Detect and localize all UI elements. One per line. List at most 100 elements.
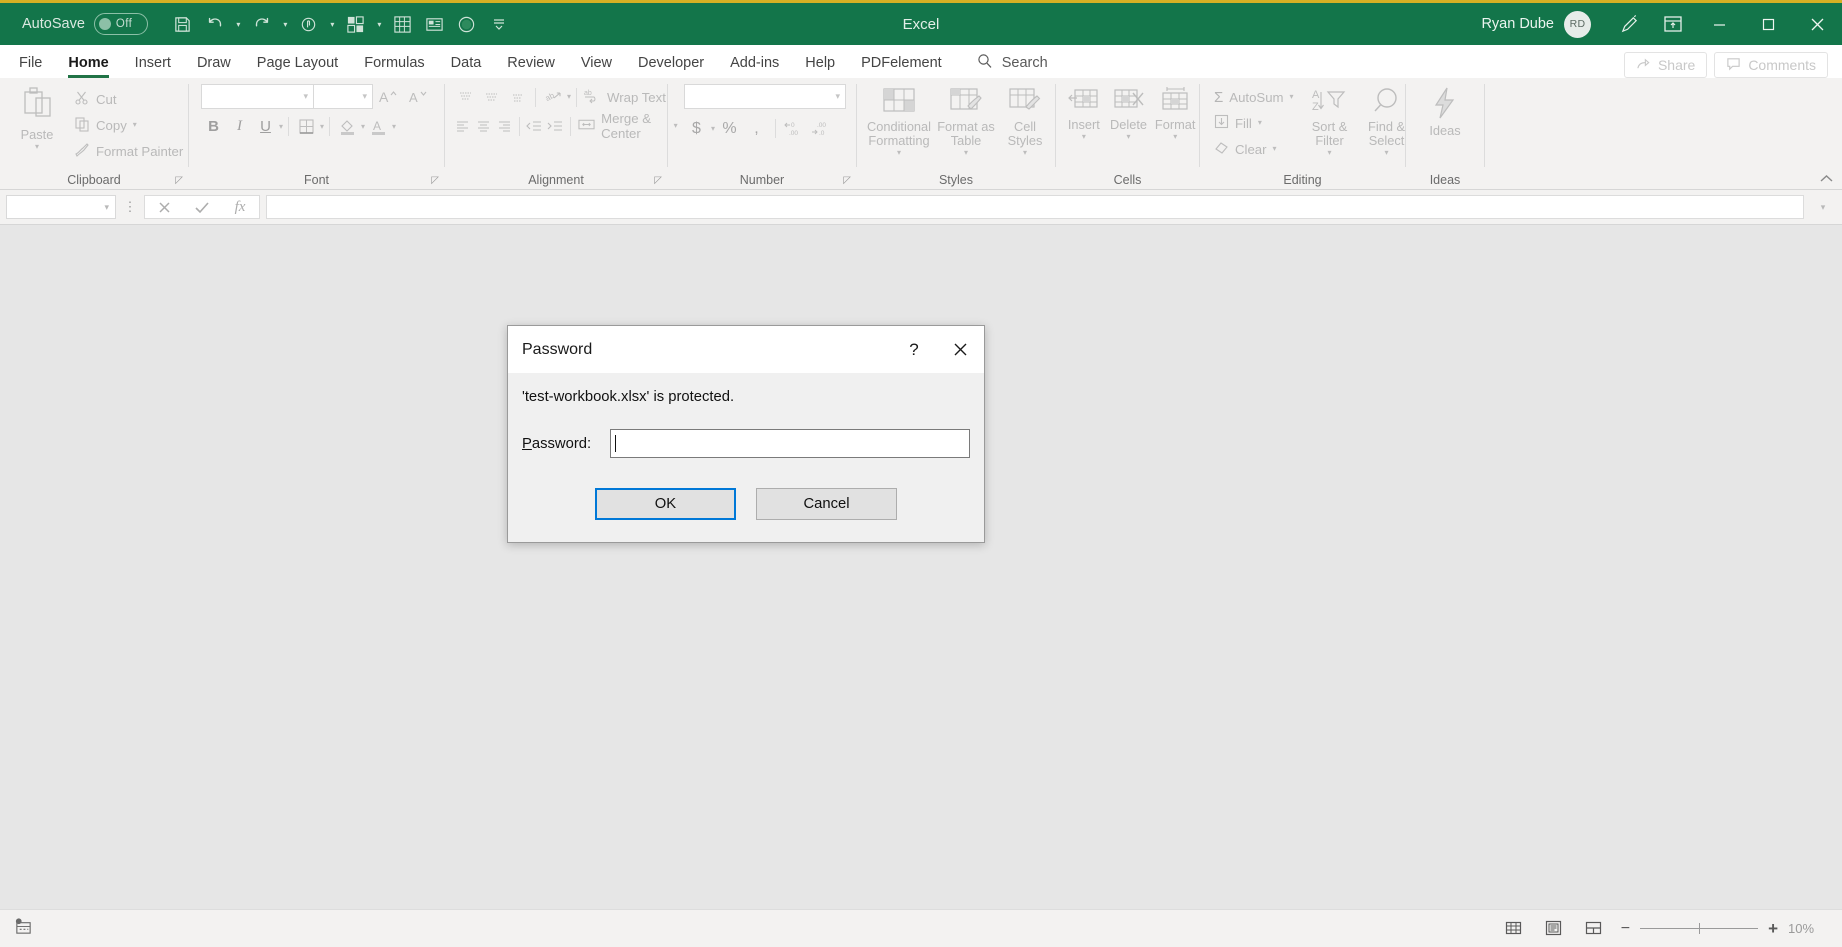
tab-formulas[interactable]: Formulas bbox=[351, 47, 437, 78]
check-icon[interactable] bbox=[183, 196, 221, 218]
cancel-button[interactable]: Cancel bbox=[756, 488, 897, 520]
decrease-font-size-icon[interactable]: A bbox=[403, 84, 433, 109]
zoom-out-button[interactable]: − bbox=[1621, 920, 1630, 938]
align-middle-icon[interactable] bbox=[479, 85, 504, 110]
close-icon[interactable] bbox=[1793, 3, 1842, 45]
tab-data[interactable]: Data bbox=[438, 47, 495, 78]
zoom-slider[interactable] bbox=[1640, 922, 1759, 936]
customize-qat-icon[interactable] bbox=[484, 9, 514, 39]
orientation-dropdown-icon[interactable]: ▾ bbox=[567, 93, 571, 101]
paste-dropdown-icon[interactable]: ▾ bbox=[35, 143, 39, 151]
pivot-icon[interactable] bbox=[341, 9, 371, 39]
font-name-combo[interactable]: ▾ bbox=[201, 84, 314, 109]
borders-dropdown-icon[interactable]: ▾ bbox=[320, 122, 324, 131]
format-as-table-button[interactable]: Format as Table ▾ bbox=[935, 84, 997, 157]
fill-button[interactable]: Fill ▾ bbox=[1210, 110, 1294, 136]
increase-decimal-icon[interactable]: 0.00 bbox=[782, 116, 807, 141]
tab-view[interactable]: View bbox=[568, 47, 625, 78]
copy-dropdown-icon[interactable]: ▾ bbox=[133, 121, 137, 129]
tab-help[interactable]: Help bbox=[792, 47, 848, 78]
zoom-in-button[interactable]: + bbox=[1768, 919, 1778, 939]
name-box[interactable]: ▾ bbox=[6, 195, 116, 219]
cancel-icon[interactable] bbox=[145, 196, 183, 218]
maximize-icon[interactable] bbox=[1744, 3, 1793, 45]
ideas-button[interactable]: Ideas bbox=[1418, 84, 1472, 138]
ok-button[interactable]: OK bbox=[595, 488, 736, 520]
comma-style-icon[interactable]: , bbox=[744, 116, 769, 141]
tab-file[interactable]: File bbox=[6, 47, 55, 78]
merge-center-button[interactable]: Merge & Center ▾ bbox=[576, 111, 678, 141]
delete-cells-button[interactable]: Delete ▾ bbox=[1106, 84, 1152, 141]
decrease-decimal-icon[interactable]: .00.0 bbox=[809, 116, 834, 141]
tab-home[interactable]: Home bbox=[55, 47, 121, 78]
align-top-icon[interactable] bbox=[453, 85, 478, 110]
autosave-switch[interactable]: Off bbox=[93, 13, 148, 35]
font-color-icon[interactable]: A bbox=[366, 114, 391, 139]
increase-font-size-icon[interactable]: A bbox=[373, 84, 403, 109]
tab-developer[interactable]: Developer bbox=[625, 47, 717, 78]
autosave-toggle[interactable]: AutoSave Off bbox=[22, 13, 148, 35]
clear-dropdown-icon[interactable]: ▾ bbox=[1273, 145, 1277, 153]
undo-dropdown-icon[interactable]: ▾ bbox=[232, 20, 245, 29]
borders-icon[interactable] bbox=[294, 114, 319, 139]
touch-mode-icon[interactable] bbox=[294, 9, 324, 39]
format-cells-button[interactable]: Format ▾ bbox=[1151, 84, 1199, 141]
comments-button[interactable]: Comments bbox=[1714, 52, 1828, 78]
find-select-dropdown-icon[interactable]: ▾ bbox=[1385, 149, 1389, 157]
page-layout-view-icon[interactable] bbox=[1541, 916, 1567, 942]
tab-pdfelement[interactable]: PDFelement bbox=[848, 47, 955, 78]
avatar[interactable]: RD bbox=[1564, 10, 1591, 38]
wrap-text-button[interactable]: ab Wrap Text bbox=[582, 84, 666, 110]
autosum-button[interactable]: Σ AutoSum ▾ bbox=[1210, 84, 1294, 110]
normal-view-icon[interactable] bbox=[1501, 916, 1527, 942]
tab-insert[interactable]: Insert bbox=[122, 47, 184, 78]
page-break-view-icon[interactable] bbox=[1581, 916, 1607, 942]
align-bottom-icon[interactable] bbox=[505, 85, 530, 110]
format-painter-button[interactable]: Format Painter bbox=[70, 138, 183, 164]
format-as-table-dropdown-icon[interactable]: ▾ bbox=[964, 149, 968, 157]
insert-cells-dropdown-icon[interactable]: ▾ bbox=[1082, 133, 1086, 141]
clear-button[interactable]: Clear ▾ bbox=[1210, 136, 1294, 162]
record-macro-icon[interactable] bbox=[14, 917, 33, 941]
percent-icon[interactable]: % bbox=[717, 116, 742, 141]
increase-indent-icon[interactable] bbox=[546, 114, 566, 139]
ribbon-display-icon[interactable] bbox=[1651, 3, 1695, 45]
table-icon[interactable] bbox=[388, 9, 418, 39]
paste-button[interactable]: Paste ▾ bbox=[8, 84, 66, 151]
conditional-formatting-button[interactable]: Conditional Formatting ▾ bbox=[865, 84, 933, 157]
fx-icon[interactable]: fx bbox=[221, 196, 259, 218]
pivot-dropdown-icon[interactable]: ▾ bbox=[373, 20, 386, 29]
clipboard-dialog-launcher-icon[interactable]: ◸ bbox=[175, 175, 183, 186]
cell-styles-dropdown-icon[interactable]: ▾ bbox=[1023, 149, 1027, 157]
font-color-dropdown-icon[interactable]: ▾ bbox=[392, 122, 396, 131]
tab-add-ins[interactable]: Add-ins bbox=[717, 47, 792, 78]
minimize-icon[interactable] bbox=[1695, 3, 1744, 45]
format-cells-dropdown-icon[interactable]: ▾ bbox=[1173, 133, 1177, 141]
alignment-dialog-launcher-icon[interactable]: ◸ bbox=[654, 175, 662, 186]
sort-filter-button[interactable]: AZ Sort & Filter ▾ bbox=[1302, 84, 1358, 157]
redo-dropdown-icon[interactable]: ▾ bbox=[279, 20, 292, 29]
fill-color-dropdown-icon[interactable]: ▾ bbox=[361, 122, 365, 131]
chevron-down-icon[interactable]: ▾ bbox=[1810, 195, 1836, 219]
redo-icon[interactable] bbox=[247, 9, 277, 39]
formula-input[interactable] bbox=[266, 195, 1804, 219]
align-left-icon[interactable] bbox=[453, 114, 473, 139]
number-dialog-launcher-icon[interactable]: ◸ bbox=[843, 175, 851, 186]
underline-icon[interactable]: U bbox=[253, 114, 278, 139]
currency-dropdown-icon[interactable]: ▾ bbox=[711, 124, 715, 133]
font-dialog-launcher-icon[interactable]: ◸ bbox=[431, 175, 439, 186]
zoom-level[interactable]: 10% bbox=[1788, 921, 1828, 936]
copy-button[interactable]: Copy ▾ bbox=[70, 112, 183, 138]
tab-page-layout[interactable]: Page Layout bbox=[244, 47, 351, 78]
tab-draw[interactable]: Draw bbox=[184, 47, 244, 78]
autosum-dropdown-icon[interactable]: ▾ bbox=[1290, 93, 1294, 101]
search-box[interactable]: Search bbox=[977, 47, 1048, 78]
fill-dropdown-icon[interactable]: ▾ bbox=[1258, 119, 1262, 127]
formula-bar-handle[interactable]: ⋮ bbox=[122, 199, 138, 215]
align-right-icon[interactable] bbox=[494, 114, 514, 139]
underline-dropdown-icon[interactable]: ▾ bbox=[279, 122, 283, 131]
currency-icon[interactable]: $ bbox=[684, 116, 709, 141]
password-input[interactable] bbox=[610, 429, 970, 458]
tab-review[interactable]: Review bbox=[494, 47, 568, 78]
undo-icon[interactable] bbox=[200, 9, 230, 39]
